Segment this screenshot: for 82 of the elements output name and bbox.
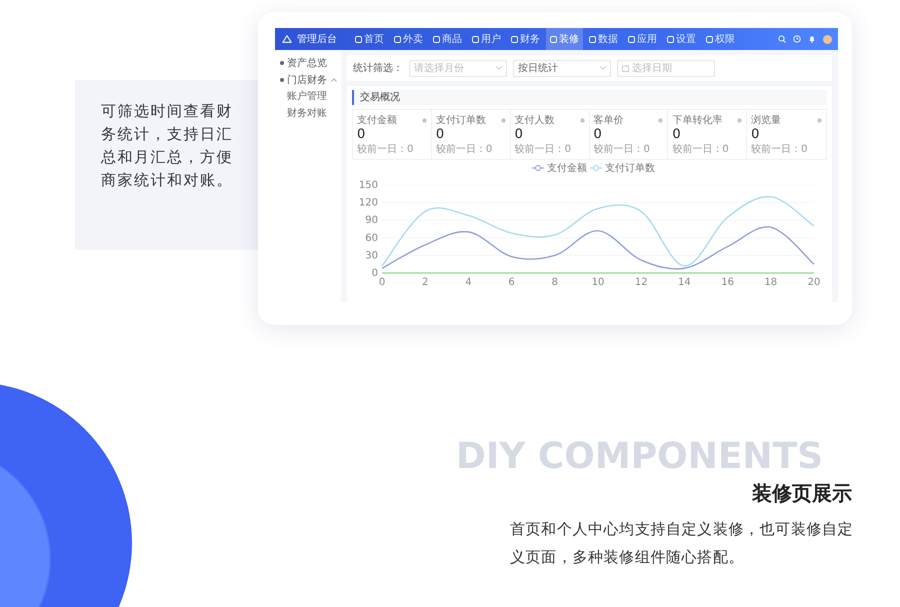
- nav-tab[interactable]: 外卖: [390, 28, 427, 50]
- sidebar-subitem[interactable]: 账户管理: [275, 88, 341, 105]
- axis-label: 30: [365, 250, 378, 262]
- nav-tab[interactable]: 首页: [351, 28, 388, 50]
- axis-label: 0: [372, 268, 378, 279]
- nav-tab[interactable]: 财务: [507, 28, 544, 50]
- info-icon: [737, 118, 742, 122]
- axis-label: 18: [764, 277, 778, 287]
- nav-tab[interactable]: 商品: [429, 28, 466, 50]
- nav-tab[interactable]: 应用: [624, 28, 661, 50]
- feature-description: 首页和个人中心均支持自定义装修，也可装修自定义页面，多种装修组件随心搭配。: [510, 519, 854, 568]
- square-icon: [433, 36, 440, 42]
- sidebar-item[interactable]: 门店财务: [275, 71, 341, 88]
- stat-label: 浏览量: [751, 114, 782, 127]
- stat-value: 0: [672, 127, 682, 142]
- stat-compare: 较前一日：0: [436, 142, 494, 156]
- axis-label: 120: [358, 198, 378, 209]
- brand-name: 管理后台: [297, 32, 337, 46]
- stat-value: 0: [436, 127, 446, 142]
- square-icon: [550, 36, 557, 42]
- stat-compare: 较前一日：0: [514, 142, 572, 156]
- square-icon: [628, 36, 635, 42]
- stat-compare: 较前一日：0: [357, 142, 414, 156]
- axis-label: 90: [365, 215, 378, 226]
- feature-title: 装修页展示: [752, 480, 852, 507]
- legend-label: 支付金额: [547, 162, 587, 174]
- caret-icon: [496, 66, 502, 70]
- stat-label: 支付金额: [357, 114, 397, 127]
- intro-text: 可筛选时间查看财务统计，支持日汇总和月汇总，方便商家统计和对账。: [101, 101, 234, 191]
- axis-label: 2: [422, 277, 428, 287]
- nav-tab[interactable]: 用户: [468, 28, 505, 50]
- stat-compare: 较前一日：0: [672, 142, 730, 156]
- select-field[interactable]: 按日统计: [513, 60, 611, 76]
- nav-tab[interactable]: 权限: [702, 28, 739, 50]
- square-icon: [394, 36, 401, 42]
- axis-label: 20: [808, 277, 820, 287]
- section-title: 交易概况: [352, 90, 827, 105]
- square-icon: [472, 36, 479, 42]
- sidebar-item[interactable]: 资产总览: [275, 54, 341, 71]
- caret-icon: [600, 66, 606, 70]
- stat-label: 支付订单数: [436, 114, 486, 127]
- info-icon: [500, 118, 506, 122]
- info-icon: [658, 118, 664, 122]
- stat-label: 下单转化率: [672, 114, 722, 127]
- calendar-icon: [622, 64, 629, 72]
- axis-label: 150: [358, 180, 378, 191]
- info-icon: [817, 118, 822, 122]
- square-icon: [355, 36, 362, 42]
- stat-value: 0: [751, 127, 760, 142]
- nav-tab[interactable]: 数据: [585, 28, 622, 50]
- axis-label: 14: [678, 277, 691, 287]
- axis-label: 12: [634, 277, 648, 287]
- stat-value: 0: [594, 127, 603, 142]
- axis-label: 10: [592, 277, 604, 287]
- avatar-circle[interactable]: [823, 34, 832, 44]
- sidebar-subitem[interactable]: 财务对账: [275, 105, 341, 122]
- square-icon: [706, 36, 713, 42]
- axis-label: 60: [365, 232, 378, 244]
- stat-value: 0: [357, 127, 366, 142]
- legend-item: 支付金额: [532, 163, 587, 174]
- square-icon: [511, 36, 518, 42]
- axis-label: 4: [465, 277, 472, 287]
- stat-compare: 较前一日：0: [751, 142, 809, 156]
- stat-label: 客单价: [594, 114, 624, 127]
- square-icon: [589, 36, 596, 42]
- bell-icon[interactable]: [808, 35, 816, 43]
- stat-value: 0: [514, 127, 524, 142]
- info-icon: [422, 118, 427, 122]
- legend-item: 支付订单数: [590, 163, 655, 174]
- info-icon: [580, 118, 584, 122]
- axis-label: 6: [508, 277, 515, 287]
- axis-label: 8: [552, 277, 558, 287]
- axis-label: 0: [378, 277, 386, 287]
- square-icon: [667, 36, 674, 42]
- search-icon[interactable]: [778, 35, 786, 43]
- nav-tab[interactable]: 装修: [546, 28, 583, 50]
- stat-label: 支付人数: [514, 114, 555, 127]
- axis-label: 16: [721, 277, 734, 287]
- nav-tab[interactable]: 设置: [663, 28, 700, 50]
- legend-label: 支付订单数: [605, 162, 655, 174]
- filter-label: 统计筛选：: [353, 62, 403, 75]
- stat-compare: 较前一日：0: [594, 142, 651, 156]
